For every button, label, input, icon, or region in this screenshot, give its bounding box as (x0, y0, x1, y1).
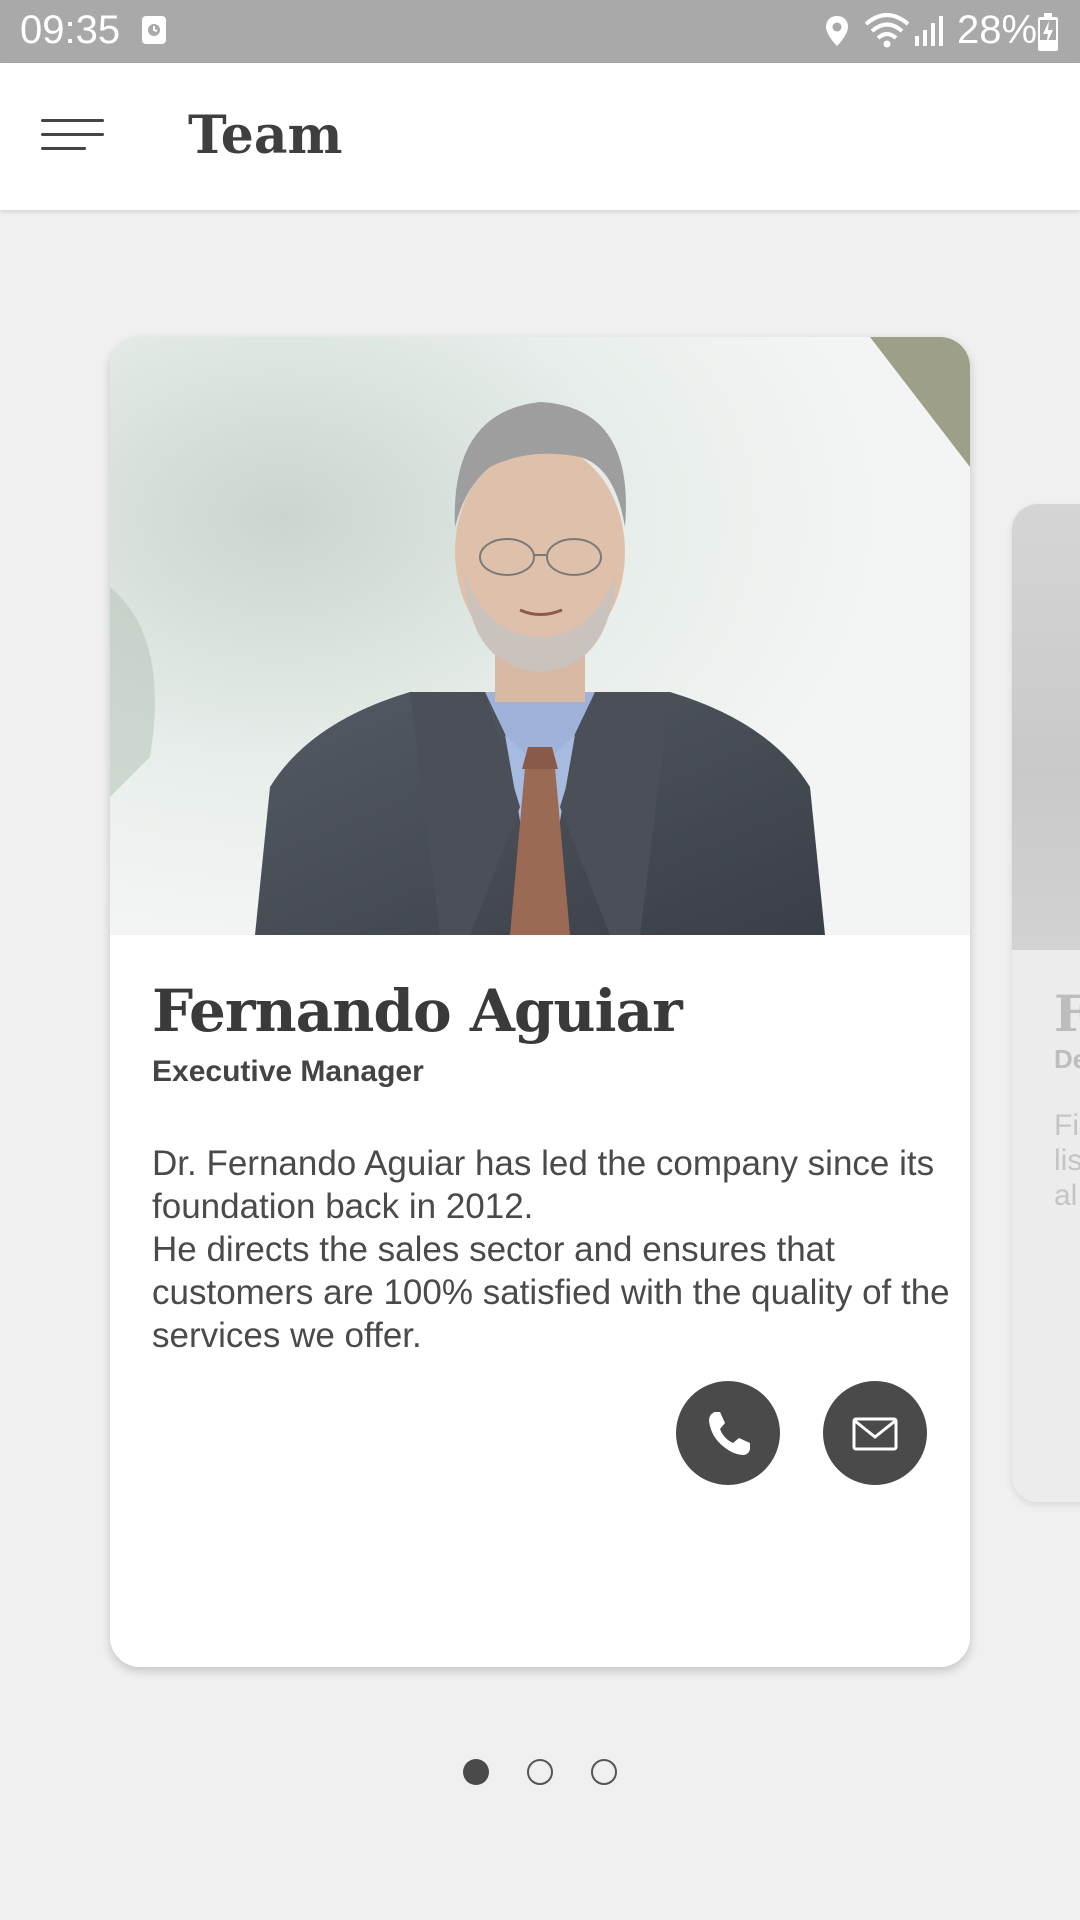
call-button[interactable] (676, 1381, 780, 1485)
email-button[interactable] (823, 1381, 927, 1485)
bio-paragraph: Dr. Fernando Aguiar has led the company … (152, 1144, 935, 1226)
member-name: Fernando Aguiar (152, 977, 683, 1045)
mail-icon (852, 1417, 898, 1451)
wifi-icon (864, 12, 910, 55)
member-photo (110, 337, 970, 935)
status-time: 09:35 (20, 8, 121, 52)
page-title: Team (188, 105, 343, 166)
hamburger-menu-icon (41, 119, 104, 122)
menu-button[interactable] (30, 103, 110, 169)
next-member-name: F (1054, 984, 1080, 1043)
member-role: Executive Manager (152, 1055, 424, 1088)
next-member-bio: Fi lis al (1054, 1109, 1080, 1212)
next-member-role: De (1054, 1044, 1080, 1074)
pager-dot-1[interactable] (463, 1759, 489, 1785)
pager-dot-3[interactable] (591, 1759, 617, 1785)
app-bar: Team (0, 63, 1080, 210)
alarm-icon (140, 14, 168, 51)
battery-charging-icon (1036, 12, 1060, 57)
bio-paragraph: He directs the sales sector and ensures … (152, 1230, 950, 1355)
pager-dot-2[interactable] (527, 1759, 553, 1785)
signal-icon (913, 14, 947, 53)
location-icon (823, 14, 851, 53)
next-member-photo (1012, 504, 1080, 950)
battery-percent: 28% (957, 8, 1038, 52)
team-member-card[interactable]: Fernando Aguiar Executive Manager Dr. Fe… (110, 337, 970, 1667)
phone-icon (709, 1412, 750, 1455)
status-bar: 09:35 28% (0, 0, 1080, 63)
member-bio: Dr. Fernando Aguiar has led the company … (152, 1142, 952, 1357)
next-team-card[interactable]: F De Fi lis al (1012, 504, 1080, 1502)
